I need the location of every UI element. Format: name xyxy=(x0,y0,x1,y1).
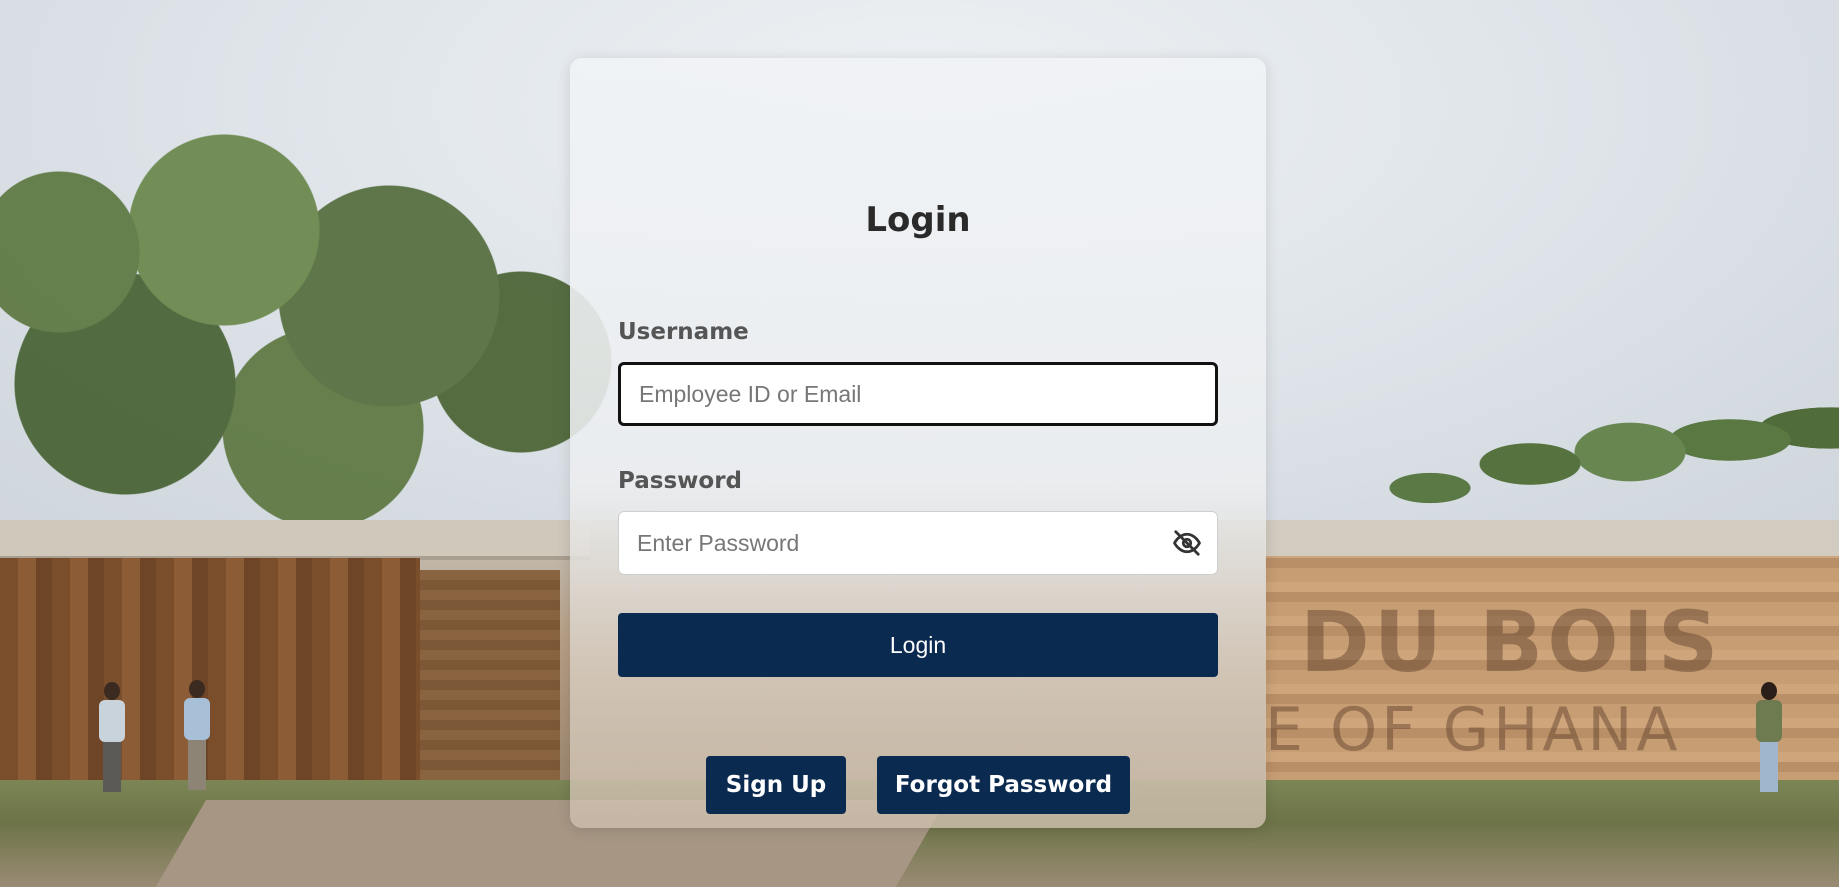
eye-slash-icon[interactable] xyxy=(1170,527,1204,559)
forgot-password-button[interactable]: Forgot Password xyxy=(877,756,1130,814)
building-wood-wall-side xyxy=(420,570,560,790)
person-figure xyxy=(180,680,214,790)
person-figure xyxy=(95,682,129,792)
login-button[interactable]: Login xyxy=(618,613,1218,677)
page-title: Login xyxy=(865,200,971,240)
password-input[interactable] xyxy=(618,511,1218,575)
trees-left xyxy=(0,120,620,560)
person-figure xyxy=(1752,682,1786,792)
sign-up-button[interactable]: Sign Up xyxy=(706,756,846,814)
sign-text-line-2: E OF GHANA xyxy=(1265,695,1682,765)
building-roof-right xyxy=(1265,520,1839,560)
password-label: Password xyxy=(618,468,742,494)
building-roof-left xyxy=(0,520,590,560)
sign-text-line-1: DU BOIS xyxy=(1300,593,1723,691)
login-card: Login Username Password Login Sign Up Fo… xyxy=(570,58,1266,828)
username-input[interactable] xyxy=(618,362,1218,426)
username-label: Username xyxy=(618,319,749,345)
